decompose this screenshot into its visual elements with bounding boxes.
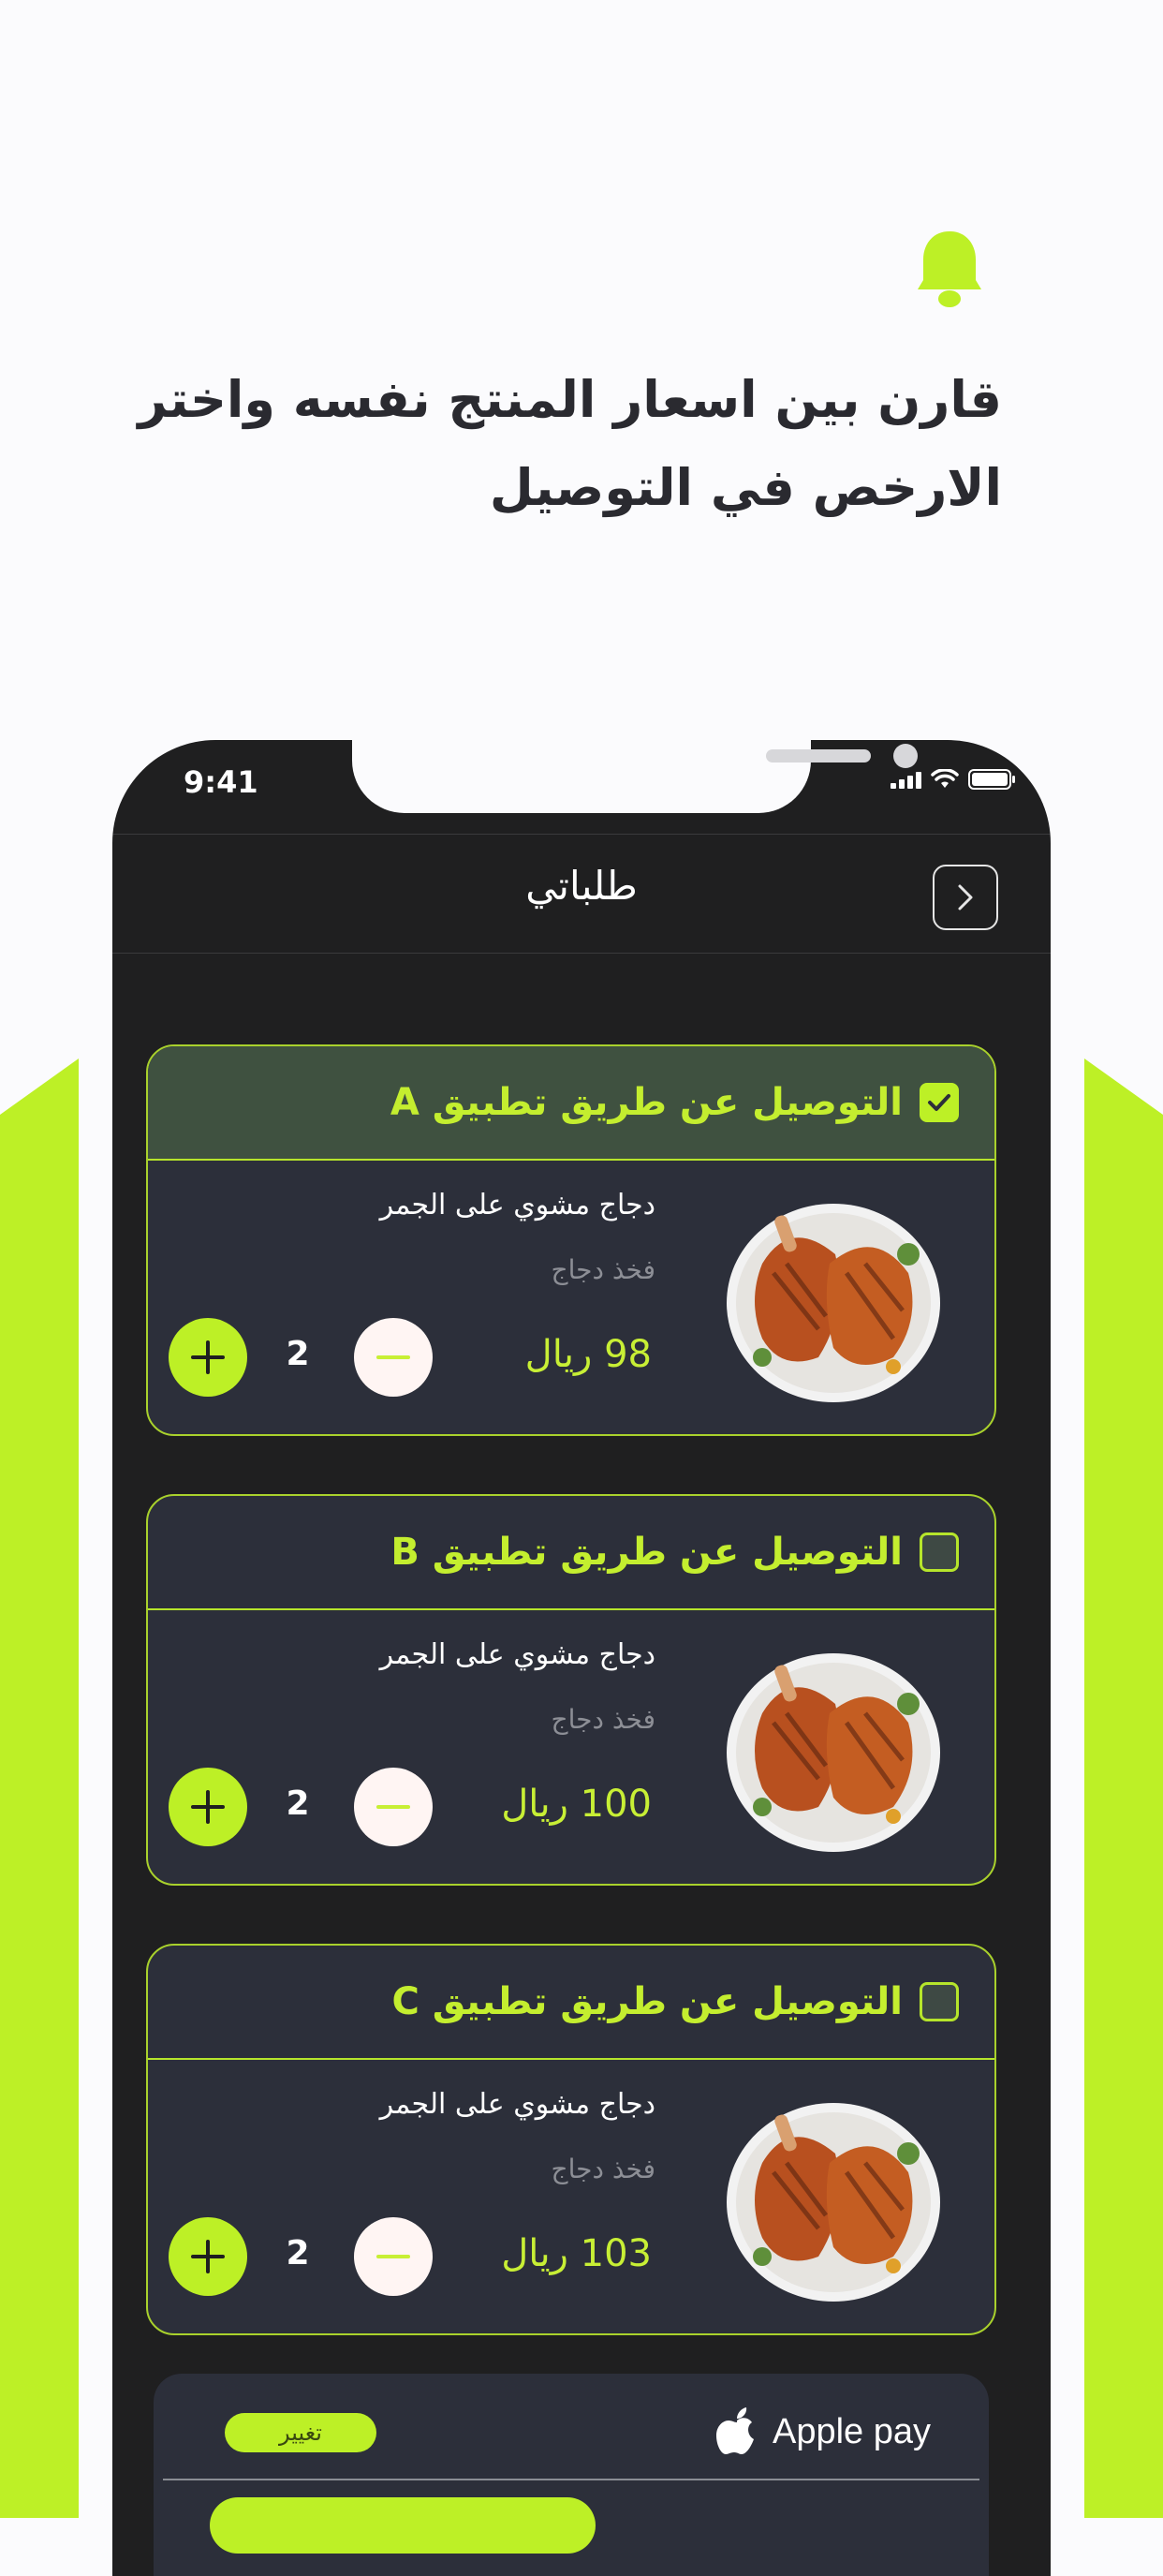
bell-icon (918, 231, 981, 307)
increase-quantity-button[interactable] (169, 1768, 247, 1846)
plus-icon (191, 2240, 225, 2273)
select-checkbox[interactable] (920, 1982, 959, 2021)
order-card-body: دجاج مشوي على الجمر فخذ دجاج 100 ريال 2 (148, 1610, 994, 1884)
payment-method-label: Apple pay (772, 2411, 931, 2451)
signal-icon (891, 770, 921, 789)
order-card-header[interactable]: التوصيل عن طريق تطبيق A (148, 1046, 994, 1161)
item-subtitle: فخذ دجاج (551, 2154, 655, 2184)
left-accent-shape (0, 1059, 79, 2518)
quantity-value: 2 (286, 1784, 310, 1823)
delivery-app-title: التوصيل عن طريق تطبيق B (390, 1531, 903, 1574)
delivery-app-title: التوصيل عن طريق تطبيق C (391, 1980, 903, 2023)
headline-line-2: الارخص في التوصيل (489, 458, 1002, 517)
minus-icon (376, 1805, 410, 1809)
item-subtitle: فخذ دجاج (551, 1254, 655, 1285)
front-camera (893, 744, 918, 768)
order-card-header[interactable]: التوصيل عن طريق تطبيق C (148, 1946, 994, 2060)
phone-notch (352, 740, 918, 813)
item-subtitle: فخذ دجاج (551, 1704, 655, 1735)
status-icons (891, 768, 1017, 791)
divider (163, 2479, 979, 2480)
decrease-quantity-button[interactable] (354, 1768, 433, 1846)
page-headline: قارن بين اسعار المنتج نفسه واختر الارخص … (112, 356, 1002, 532)
increase-quantity-button[interactable] (169, 1318, 247, 1397)
chevron-right-icon (958, 884, 973, 910)
order-card-c: التوصيل عن طريق تطبيق C دجاج مشوي على ال… (146, 1944, 996, 2335)
decrease-quantity-button[interactable] (354, 2217, 433, 2296)
item-name: دجاج مشوي على الجمر (379, 1638, 655, 1671)
back-button[interactable] (933, 865, 998, 930)
order-card-body: دجاج مشوي على الجمر فخذ دجاج 98 ريال 2 (148, 1161, 994, 1434)
increase-quantity-button[interactable] (169, 2217, 247, 2296)
grilled-chicken-image (727, 1204, 940, 1402)
plus-icon (191, 1340, 225, 1374)
change-payment-button[interactable]: تغيير (225, 2413, 376, 2452)
right-accent-shape (1084, 1059, 1163, 2518)
minus-icon (376, 2255, 410, 2258)
confirm-order-button[interactable] (210, 2497, 596, 2554)
phone-mockup: 9:41 طلباتي التوصيل عن طريق تطبيق A دجاج… (112, 740, 1051, 2576)
delivery-app-title: التوصيل عن طريق تطبيق A (390, 1081, 903, 1124)
status-time: 9:41 (184, 764, 258, 800)
select-checkbox[interactable] (920, 1532, 959, 1572)
payment-method: Apple pay (715, 2407, 931, 2456)
item-price: 103 ريال (501, 2232, 652, 2275)
item-name: دجاج مشوي على الجمر (379, 1189, 655, 1221)
check-icon (928, 1094, 950, 1111)
select-checkbox[interactable] (920, 1083, 959, 1122)
payment-card: تغيير Apple pay (154, 2374, 989, 2576)
quantity-value: 2 (286, 1335, 310, 1373)
quantity-value: 2 (286, 2234, 310, 2273)
page-title: طلباتي (525, 863, 638, 909)
item-price: 98 ريال (524, 1333, 652, 1376)
order-card-body: دجاج مشوي على الجمر فخذ دجاج 103 ريال 2 (148, 2060, 994, 2333)
plus-icon (191, 1790, 225, 1824)
wifi-icon (931, 769, 959, 788)
order-card-header[interactable]: التوصيل عن طريق تطبيق B (148, 1496, 994, 1610)
order-card-a: التوصيل عن طريق تطبيق A دجاج مشوي على ال… (146, 1044, 996, 1436)
grilled-chicken-image (727, 2103, 940, 2302)
decrease-quantity-button[interactable] (354, 1318, 433, 1397)
minus-icon (376, 1355, 410, 1359)
item-price: 100 ريال (501, 1783, 652, 1826)
headline-line-1: قارن بين اسعار المنتج نفسه واختر (138, 370, 1002, 429)
battery-icon (968, 769, 1015, 790)
app-bar: طلباتي (112, 834, 1051, 954)
speaker-grille (766, 749, 871, 762)
apple-logo-icon (715, 2407, 754, 2454)
order-card-b: التوصيل عن طريق تطبيق B دجاج مشوي على ال… (146, 1494, 996, 1886)
item-name: دجاج مشوي على الجمر (379, 2088, 655, 2121)
grilled-chicken-image (727, 1653, 940, 1852)
